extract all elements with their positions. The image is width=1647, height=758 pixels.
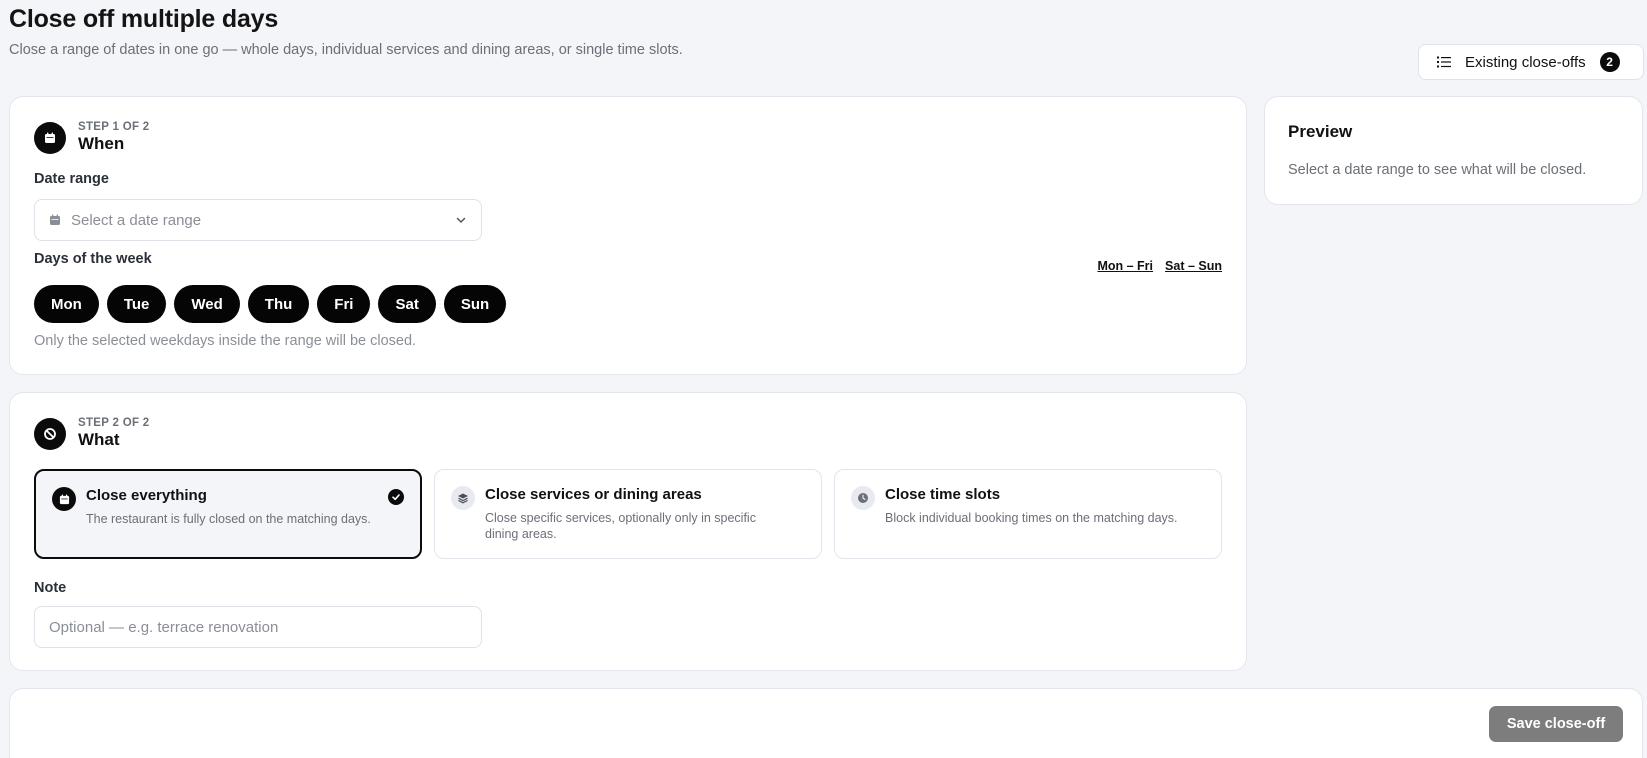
preset-weekdays-link[interactable]: Mon – Fri [1097,259,1153,273]
days-hint: Only the selected weekdays inside the ra… [34,333,417,349]
option-title: Close everything [86,487,207,504]
option-description: The restaurant is fully closed on the ma… [86,512,371,526]
step-when-title: When [78,134,125,153]
date-range-placeholder: Select a date range [71,211,202,229]
note-label: Note [34,580,67,596]
step-what-kicker: STEP 2 OF 2 [78,417,150,429]
step-when-card: STEP 1 OF 2 When Date range Select a dat… [9,96,1247,375]
day-toggle-wed[interactable]: Wed [174,285,240,323]
preset-weekend-link[interactable]: Sat – Sun [1165,259,1222,273]
quick-day-presets: Mon – Fri Sat – Sun [1097,259,1222,273]
day-toggle-sat[interactable]: Sat [378,285,436,323]
date-range-label: Date range [34,171,109,187]
option-close-services[interactable]: Close services or dining areas Close spe… [434,469,822,559]
preview-empty-text: Select a date range to see what will be … [1288,162,1587,178]
step-what-title: What [78,430,120,449]
calendar-icon [50,214,60,225]
ban-icon [34,417,66,450]
checkmark-icon [388,489,404,505]
page-title: Close off multiple days [9,5,279,33]
option-title: Close time slots [885,486,1001,503]
save-close-off-button[interactable]: Save close-off [1489,706,1623,742]
clock-icon [851,486,875,510]
calendar-icon [52,487,76,511]
preview-title: Preview [1288,122,1353,141]
page-subtitle: Close a range of dates in one go — whole… [9,42,683,58]
weekday-selector: Mon Tue Wed Thu Fri Sat Sun [34,285,507,323]
option-close-everything[interactable]: Close everything The restaurant is fully… [34,469,422,559]
preview-card: Preview Select a date range to see what … [1264,96,1643,205]
existing-close-offs-count-badge: 2 [1599,52,1620,72]
note-input[interactable] [34,606,482,648]
list-icon [1437,56,1451,68]
days-of-week-label: Days of the week [34,251,152,267]
step-when-header: STEP 1 OF 2 When [34,121,149,154]
option-close-time-slots[interactable]: Close time slots Block individual bookin… [834,469,1222,559]
step-when-kicker: STEP 1 OF 2 [78,121,150,133]
option-description: Block individual booking times on the ma… [885,511,1178,525]
day-toggle-sun[interactable]: Sun [443,285,507,323]
layers-icon [451,486,475,510]
date-range-picker[interactable]: Select a date range [34,199,482,241]
day-toggle-tue[interactable]: Tue [106,285,167,323]
step-what-card: STEP 2 OF 2 What Close everything The re… [9,392,1247,671]
day-toggle-fri[interactable]: Fri [317,285,371,323]
day-toggle-thu[interactable]: Thu [247,285,310,323]
existing-close-offs-button[interactable]: Existing close-offs 2 [1418,44,1644,80]
option-description: Close specific services, optionally only… [485,511,756,541]
calendar-icon [34,121,66,154]
step-what-header: STEP 2 OF 2 What [34,417,149,450]
day-toggle-mon[interactable]: Mon [34,285,99,323]
close-type-options: Close everything The restaurant is fully… [34,469,1222,559]
option-title: Close services or dining areas [485,486,702,503]
footer-bar: Save close-off [9,688,1643,758]
existing-close-offs-label: Existing close-offs [1465,53,1586,71]
chevron-down-icon [456,217,466,224]
